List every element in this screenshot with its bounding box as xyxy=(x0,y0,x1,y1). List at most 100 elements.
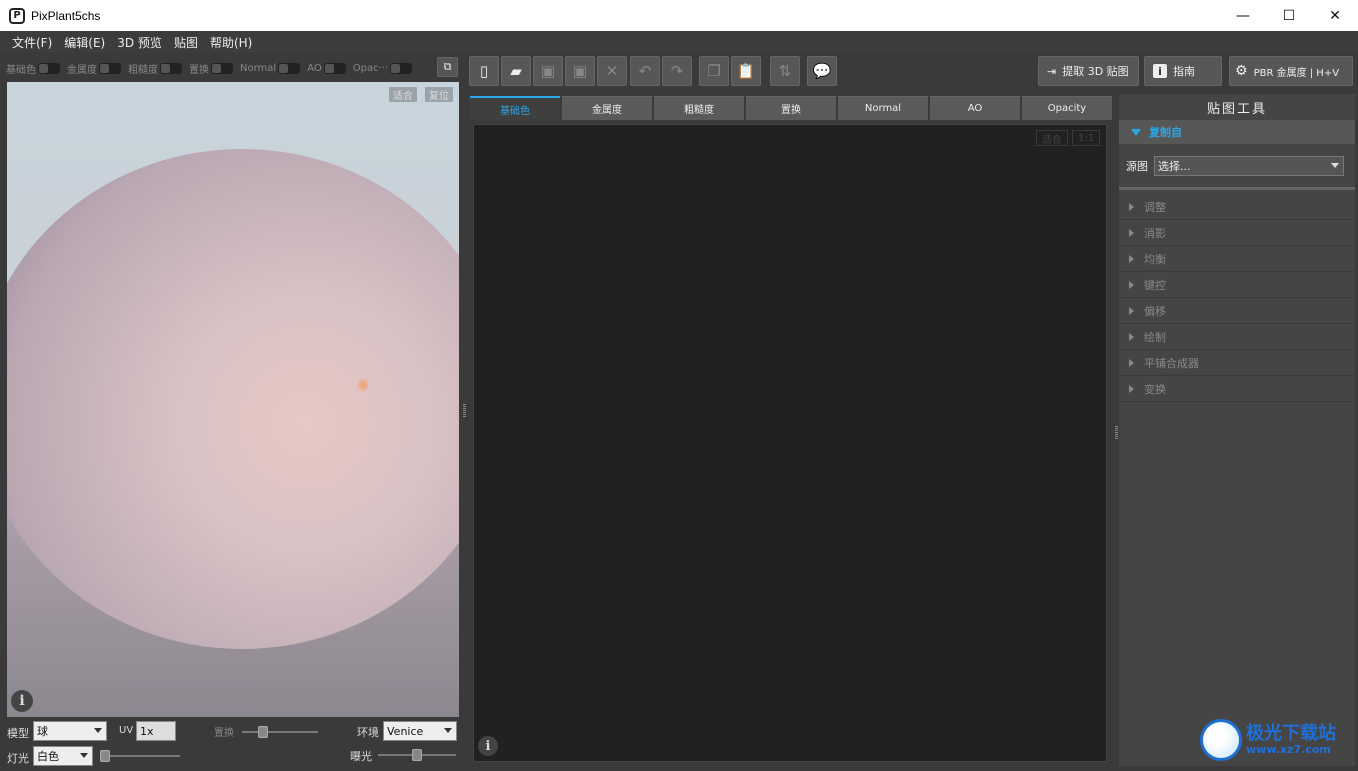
history-toolbar: ↶ ↷ xyxy=(630,56,692,87)
comment-toolbar: 💬 xyxy=(807,56,837,87)
displace-slider[interactable] xyxy=(242,726,318,738)
save-icon[interactable]: ▣ xyxy=(533,56,563,86)
copy-from-section[interactable]: 复制自 xyxy=(1119,120,1355,144)
viewport-fit-button[interactable]: 适合 xyxy=(389,87,417,102)
light-slider[interactable] xyxy=(100,750,180,762)
extract-3d-maps-button[interactable]: ⇥ 提取 3D 贴图 xyxy=(1038,56,1139,86)
detach-window-icon[interactable]: ⧉ xyxy=(437,57,458,77)
menu-edit[interactable]: 编辑(E) xyxy=(64,34,105,51)
environment-select[interactable]: Venice xyxy=(383,721,457,741)
minimize-button[interactable]: — xyxy=(1220,0,1266,31)
tool-item[interactable]: 调整 xyxy=(1119,194,1355,220)
info-icon[interactable]: i xyxy=(478,736,498,756)
chevron-down-icon xyxy=(444,728,452,733)
tab-base-color[interactable]: 基础色 xyxy=(470,96,560,120)
watermark-logo-icon xyxy=(1200,719,1242,761)
env-label: 环境 xyxy=(357,726,379,739)
3d-preview-viewport[interactable]: 适合 复位 i xyxy=(7,82,459,717)
window-title: PixPlant5chs xyxy=(31,8,101,23)
exposure-slider[interactable] xyxy=(378,749,456,761)
uv-label: UV xyxy=(119,725,134,736)
channel-toggle[interactable] xyxy=(278,62,301,74)
channel-label: AO xyxy=(307,62,322,74)
tab-ao[interactable]: AO xyxy=(930,96,1020,120)
info-icon[interactable]: i xyxy=(11,690,33,712)
new-file-icon[interactable]: ▯ xyxy=(469,56,499,86)
swap-icon[interactable]: ⇅ xyxy=(770,56,800,86)
save-as-icon[interactable]: ▣ xyxy=(565,56,595,86)
canvas-1to1-button[interactable]: 1:1 xyxy=(1072,130,1101,146)
tool-item[interactable]: 均衡 xyxy=(1119,246,1355,272)
info-icon: i xyxy=(1153,64,1167,78)
tab-displacement[interactable]: 置换 xyxy=(746,96,836,120)
tool-item[interactable]: 消影 xyxy=(1119,220,1355,246)
channel-toggle[interactable] xyxy=(390,62,413,74)
splitter-handle[interactable] xyxy=(463,404,466,418)
main-toolbar: ▯ ▰ ▣ ▣ ✕ xyxy=(469,56,627,87)
uv-stepper[interactable]: 1x xyxy=(136,721,176,741)
tab-roughness[interactable]: 粗糙度 xyxy=(654,96,744,120)
tool-item[interactable]: 键控 xyxy=(1119,272,1355,298)
channel-label: 粗糙度 xyxy=(128,64,158,76)
close-button[interactable]: ✕ xyxy=(1312,0,1358,31)
splitter-handle[interactable] xyxy=(1115,426,1118,440)
swap-toolbar: ⇅ xyxy=(770,56,800,87)
channel-toggle[interactable] xyxy=(38,62,60,74)
canvas-fit-button[interactable]: 适合 xyxy=(1036,130,1068,146)
expand-icon xyxy=(1129,280,1134,289)
viewport-reset-button[interactable]: 复位 xyxy=(425,87,453,102)
menu-maps[interactable]: 贴图 xyxy=(174,34,198,51)
watermark: 极光下载站 www.xz7.com xyxy=(1200,718,1350,762)
expand-icon xyxy=(1129,358,1134,367)
panel-title: 贴图工具 xyxy=(1206,101,1267,117)
tool-item[interactable]: 绘制 xyxy=(1119,324,1355,350)
paste-icon[interactable]: 📋 xyxy=(731,56,761,86)
tool-item[interactable]: 偏移 xyxy=(1119,298,1355,324)
displace-label: 置换 xyxy=(214,728,234,739)
menu-file[interactable]: 文件(F) xyxy=(12,34,52,51)
expand-icon xyxy=(1131,128,1141,136)
channel-toggle[interactable] xyxy=(323,62,346,74)
source-select[interactable]: 选择... xyxy=(1154,155,1344,176)
undo-icon[interactable]: ↶ xyxy=(630,56,660,86)
menu-help[interactable]: 帮助(H) xyxy=(210,34,252,51)
expand-icon xyxy=(1129,384,1134,393)
channel-toggle[interactable] xyxy=(99,62,121,74)
extract-icon: ⇥ xyxy=(1047,64,1057,78)
light-select[interactable]: 白色 xyxy=(33,746,93,766)
open-folder-icon[interactable]: ▰ xyxy=(501,56,531,86)
tool-item[interactable]: 变换 xyxy=(1119,376,1355,402)
chevron-down-icon xyxy=(1331,162,1339,168)
copy-icon[interactable]: ❐ xyxy=(699,56,729,86)
tool-item[interactable]: 平铺合成器 xyxy=(1119,350,1355,376)
comment-icon[interactable]: 💬 xyxy=(807,56,837,86)
source-label: 源图 xyxy=(1126,159,1148,173)
guide-button[interactable]: i 指南 xyxy=(1144,56,1222,86)
tab-metallic[interactable]: 金属度 xyxy=(562,96,652,120)
redo-icon[interactable]: ↷ xyxy=(662,56,692,86)
gear-icon: ⚙ xyxy=(1235,63,1248,79)
chevron-down-icon xyxy=(94,728,102,733)
pbr-label: PBR 金属度 | H+V xyxy=(1253,67,1340,79)
close-file-icon[interactable]: ✕ xyxy=(597,56,627,86)
tab-opacity[interactable]: Opacity xyxy=(1022,96,1112,120)
pbr-mode-button[interactable]: ⚙ PBR 金属度 | H+V xyxy=(1229,56,1353,86)
map-tools-panel: 贴图工具 复制自 源图 选择... 调整 消影 均衡 键控 偏移 绘制 平铺合成… xyxy=(1119,94,1355,766)
map-canvas[interactable]: 适合 1:1 i xyxy=(473,124,1107,762)
channel-toggle[interactable] xyxy=(211,62,233,74)
watermark-en: www.xz7.com xyxy=(1246,742,1331,756)
menu-3d-preview[interactable]: 3D 预览 xyxy=(117,34,162,51)
channel-label: 金属度 xyxy=(67,64,97,76)
channel-toggle[interactable] xyxy=(160,62,182,74)
extract-label: 提取 3D 贴图 xyxy=(1062,65,1129,78)
tab-normal[interactable]: Normal xyxy=(838,96,928,120)
expand-icon xyxy=(1129,254,1134,263)
guide-label: 指南 xyxy=(1173,65,1195,78)
channel-label: Normal xyxy=(240,62,277,74)
title-bar: P PixPlant5chs — ☐ ✕ xyxy=(0,0,1358,31)
expand-icon xyxy=(1129,332,1134,341)
maximize-button[interactable]: ☐ xyxy=(1266,0,1312,31)
model-select[interactable]: 球 xyxy=(33,721,107,741)
expand-icon xyxy=(1129,306,1134,315)
expand-icon xyxy=(1129,228,1134,237)
